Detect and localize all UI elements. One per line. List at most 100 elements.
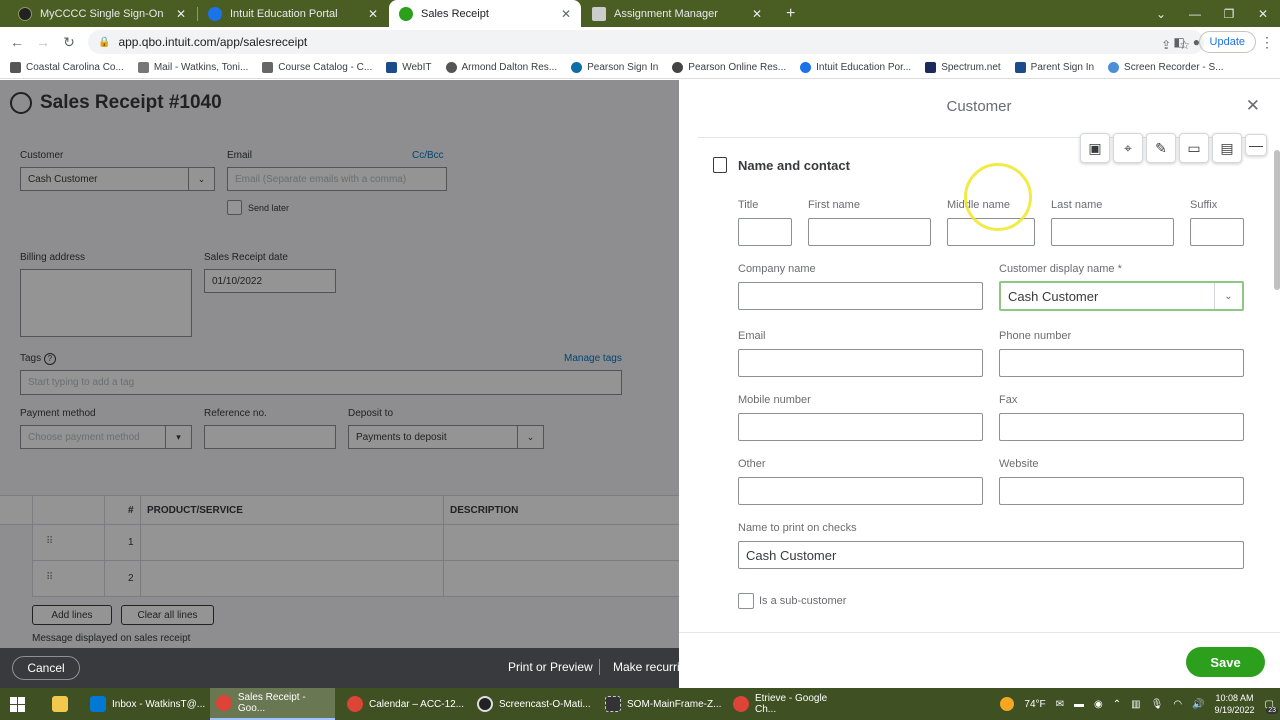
wifi-icon[interactable]: ◠ [1173,699,1182,710]
bookmark-item[interactable]: WebIT [386,62,432,73]
cancel-button[interactable]: Cancel [12,656,80,680]
company-name-label: Company name [738,263,816,275]
taskbar-label: Inbox - WatkinsT@... [112,698,206,710]
tab-label: Assignment Manager [614,7,718,20]
tab-sales-receipt[interactable]: Sales Receipt ✕ [389,0,581,27]
address-bar: ← → ↻ 🔒 app.qbo.intuit.com/app/salesrece… [0,27,1280,57]
bookmark-item[interactable]: Screen Recorder - S... [1108,62,1224,73]
customer-display-name-select[interactable]: Cash Customer ⌄ [999,281,1244,311]
bookmark-item[interactable]: Pearson Online Res... [672,62,786,73]
tab-intuit-education-portal[interactable]: Intuit Education Portal ✕ [198,0,388,27]
tab-myccc-sso[interactable]: MyCCCC Single Sign-On ✕ [8,0,196,27]
chevron-down-icon[interactable]: ⌄ [1214,283,1242,309]
lock-icon: 🔒 [98,36,111,48]
taskbar-item-som-mainframe[interactable]: SOM-MainFrame-Z... [599,688,723,720]
close-icon[interactable]: ✕ [1246,96,1260,116]
taskbar-item-calendar[interactable]: Calendar – ACC-12... [341,688,465,720]
tab-search-icon[interactable]: ⌄ [1144,7,1178,21]
bookmark-label: Mail - Watkins, Toni... [153,62,249,73]
tab-label: Intuit Education Portal [230,7,338,20]
outlook-icon [90,696,106,712]
volume-icon[interactable]: 🔊 [1192,699,1204,710]
bookmark-item[interactable]: Parent Sign In [1014,62,1094,73]
bookmark-item[interactable]: Intuit Education Por... [800,62,911,73]
sub-customer-checkbox[interactable] [738,593,754,609]
menu-icon[interactable]: ⋮ [1254,34,1280,51]
bookmark-item[interactable]: Coastal Carolina Co... [10,62,124,73]
bookmark-item[interactable]: Pearson Sign In [571,62,658,73]
email-input[interactable] [738,349,983,377]
new-tab-button[interactable]: + [776,0,804,27]
first-name-input[interactable] [808,218,931,246]
update-button[interactable]: Update [1198,31,1256,53]
mobile-number-input[interactable] [738,413,983,441]
notifications-icon[interactable]: ▢ 23 [1265,699,1278,714]
other-input[interactable] [738,477,983,505]
close-window-icon[interactable]: ✕ [1246,7,1280,21]
payment-card-icon[interactable]: ▭ [1179,133,1209,163]
microphone-icon[interactable]: 🎙 [1151,699,1164,710]
forward-icon[interactable]: → [30,34,56,50]
restore-icon[interactable]: ❐ [1212,7,1246,21]
website-label: Website [999,458,1039,470]
contact-card-icon[interactable]: ▣ [1080,133,1110,163]
bookmark-item[interactable]: Course Catalog - C... [262,62,372,73]
share-icon[interactable]: ⇪ [1161,38,1171,52]
folder-icon [52,696,68,712]
sidebar-icon[interactable]: ◧ [1173,35,1184,49]
bookmarks-bar: Coastal Carolina Co... Mail - Watkins, T… [0,57,1280,79]
notes-edit-icon[interactable]: ✎ [1146,133,1176,163]
system-tray: 74°F ✉ ▬ ◉ ⌃ ▥ 🎙 ◠ 🔊 10:08 AM 9/19/2022 … [1000,688,1280,720]
taskbar-label: Screencast-O-Mati... [499,698,591,710]
suffix-label: Suffix [1190,199,1218,211]
minimize-icon[interactable]: — [1178,7,1212,21]
close-tab-icon[interactable]: ✕ [561,7,571,21]
close-tab-icon[interactable]: ✕ [176,7,186,21]
phone-number-input[interactable] [999,349,1244,377]
website-input[interactable] [999,477,1244,505]
taskbar-item-screencast[interactable]: Screencast-O-Mati... [471,688,595,720]
close-tab-icon[interactable]: ✕ [752,7,762,21]
taskbar-item-outlook[interactable]: Inbox - WatkinsT@... [84,688,206,720]
print-preview-link[interactable]: Print or Preview [508,660,593,674]
save-button[interactable]: Save [1186,647,1265,677]
record-icon[interactable]: ◉ [1094,699,1103,710]
tab-assignment-manager[interactable]: Assignment Manager ✕ [582,0,772,27]
panel-footer-divider [679,632,1280,633]
taskbar-label: Sales Receipt - Goo... [237,692,306,714]
url-field[interactable]: 🔒 app.qbo.intuit.com/app/salesreceipt ⇪ … [88,30,1204,54]
suffix-input[interactable] [1190,218,1244,246]
reload-icon[interactable]: ↻ [56,34,82,51]
notification-count: 23 [1266,706,1278,714]
weather-temp[interactable]: 74°F [1024,699,1045,710]
cursor-highlight [964,163,1032,231]
folder-tray-icon[interactable]: ▬ [1074,699,1084,710]
network-icon[interactable]: ▥ [1131,699,1140,710]
fax-input[interactable] [999,413,1244,441]
taskbar-item-etrieve[interactable]: Etrieve - Google Ch... [727,688,851,720]
section-shortcuts: ▣ ⌖ ✎ ▭ ▤ — [1080,133,1267,163]
bookmark-item[interactable]: Mail - Watkins, Toni... [137,62,249,73]
taskbar-clock[interactable]: 10:08 AM 9/19/2022 [1215,692,1255,716]
bookmark-item[interactable]: Armond Dalton Res... [445,62,557,73]
company-name-input[interactable] [738,282,983,310]
windows-logo-icon [10,696,25,712]
title-input[interactable] [738,218,792,246]
chevron-up-icon[interactable]: ⌃ [1113,699,1121,710]
mail-icon[interactable]: ✉ [1056,699,1064,710]
panel-scrollbar[interactable] [1274,150,1280,290]
document-icon[interactable]: ▤ [1212,133,1242,163]
taskbar-item-sales-receipt[interactable]: Sales Receipt - Goo... [210,688,335,720]
last-name-input[interactable] [1051,218,1174,246]
bookmark-item[interactable]: Spectrum.net [925,62,1001,73]
location-pin-icon[interactable]: ⌖ [1113,133,1143,163]
name-on-checks-input[interactable]: Cash Customer [738,541,1244,569]
phone-number-label: Phone number [999,330,1072,342]
close-tab-icon[interactable]: ✕ [368,7,378,21]
weather-sun-icon[interactable] [1000,697,1015,711]
windows-start-icon[interactable] [4,688,36,720]
make-recurring-link[interactable]: Make recurri [613,660,680,674]
back-icon[interactable]: ← [4,34,30,50]
file-explorer-icon[interactable] [46,688,78,720]
collapse-icon[interactable]: — [1245,134,1267,156]
